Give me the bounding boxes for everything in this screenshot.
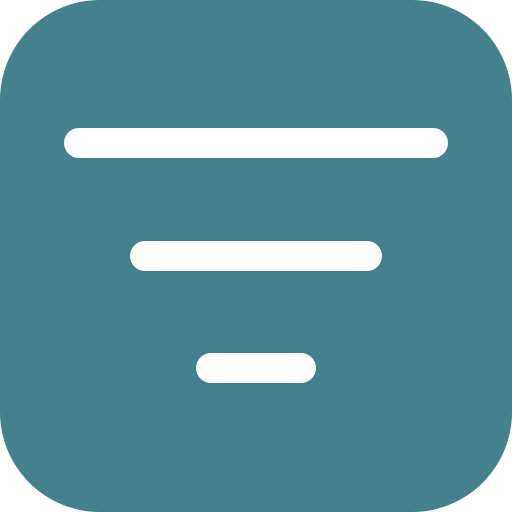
filter-bar-bottom: [196, 353, 316, 383]
filter-bar-top: [64, 128, 448, 158]
filter-icon[interactable]: [0, 0, 512, 512]
filter-bar-middle: [130, 241, 382, 271]
